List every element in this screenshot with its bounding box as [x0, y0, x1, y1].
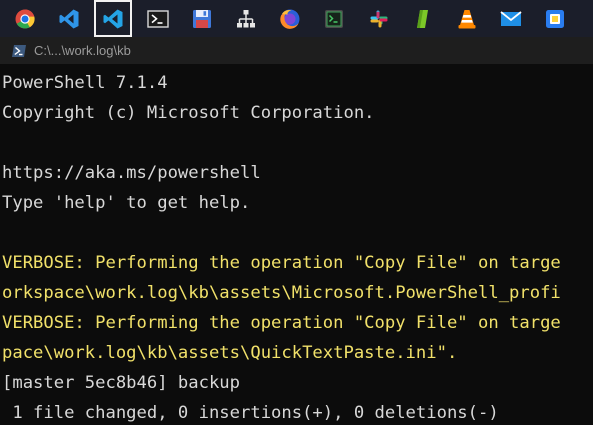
window-title: C:\...\work.log\kb: [34, 43, 131, 58]
taskbar-powershell[interactable]: [139, 0, 177, 37]
terminal-line: Type 'help' to get help.: [2, 193, 251, 213]
network-tree-icon: [236, 9, 255, 27]
floppy-save-icon: [192, 9, 211, 28]
taskbar-vlc[interactable]: [448, 0, 486, 37]
slack-icon: [370, 10, 387, 27]
taskbar-slack[interactable]: [360, 0, 398, 37]
taskbar-vscode[interactable]: [50, 0, 88, 37]
vscode-insiders-icon: [103, 9, 123, 28]
terminal-line: PowerShell 7.1.4: [2, 73, 168, 93]
taskbar-save-app[interactable]: [183, 0, 221, 37]
terminal-line: [master 5ec8b46] backup: [2, 373, 240, 393]
taskbar-terminal-app[interactable]: [315, 0, 353, 37]
terminal-verbose-line: orkspace\work.log\kb\assets\Microsoft.Po…: [2, 283, 561, 303]
taskbar-mail[interactable]: [492, 0, 530, 37]
terminal-line: 1 file changed, 0 insertions(+), 0 delet…: [2, 403, 499, 423]
taskbar: [0, 0, 593, 37]
terminal-verbose-line: VERBOSE: Performing the operation "Copy …: [2, 313, 561, 333]
taskbar-network-app[interactable]: [227, 0, 265, 37]
vlc-icon: [458, 9, 476, 28]
chrome-icon: [15, 8, 35, 28]
terminal-line: https://aka.ms/powershell: [2, 163, 261, 183]
taskbar-blue-app[interactable]: [536, 0, 574, 37]
mail-icon: [500, 10, 522, 26]
terminal-verbose-line: VERBOSE: Performing the operation "Copy …: [2, 253, 561, 273]
terminal-line: Copyright (c) Microsoft Corporation.: [2, 103, 375, 123]
taskbar-firefox[interactable]: [271, 0, 309, 37]
terminal-verbose-line: pace\work.log\kb\assets\QuickTextPaste.i…: [2, 343, 458, 363]
powershell-tab-icon: [12, 44, 26, 57]
terminal-output[interactable]: PowerShell 7.1.4 Copyright (c) Microsoft…: [0, 64, 593, 425]
vscode-icon: [59, 9, 79, 28]
taskbar-vscode-insiders[interactable]: [94, 0, 133, 37]
terminal-app-icon: [325, 9, 344, 28]
firefox-icon: [280, 9, 300, 29]
taskbar-chrome[interactable]: [6, 0, 44, 37]
green-app-icon: [416, 9, 428, 28]
powershell-icon: [146, 9, 169, 28]
window-titlebar[interactable]: C:\...\work.log\kb: [0, 37, 593, 64]
blue-app-icon: [546, 9, 565, 28]
taskbar-green-app[interactable]: [404, 0, 442, 37]
